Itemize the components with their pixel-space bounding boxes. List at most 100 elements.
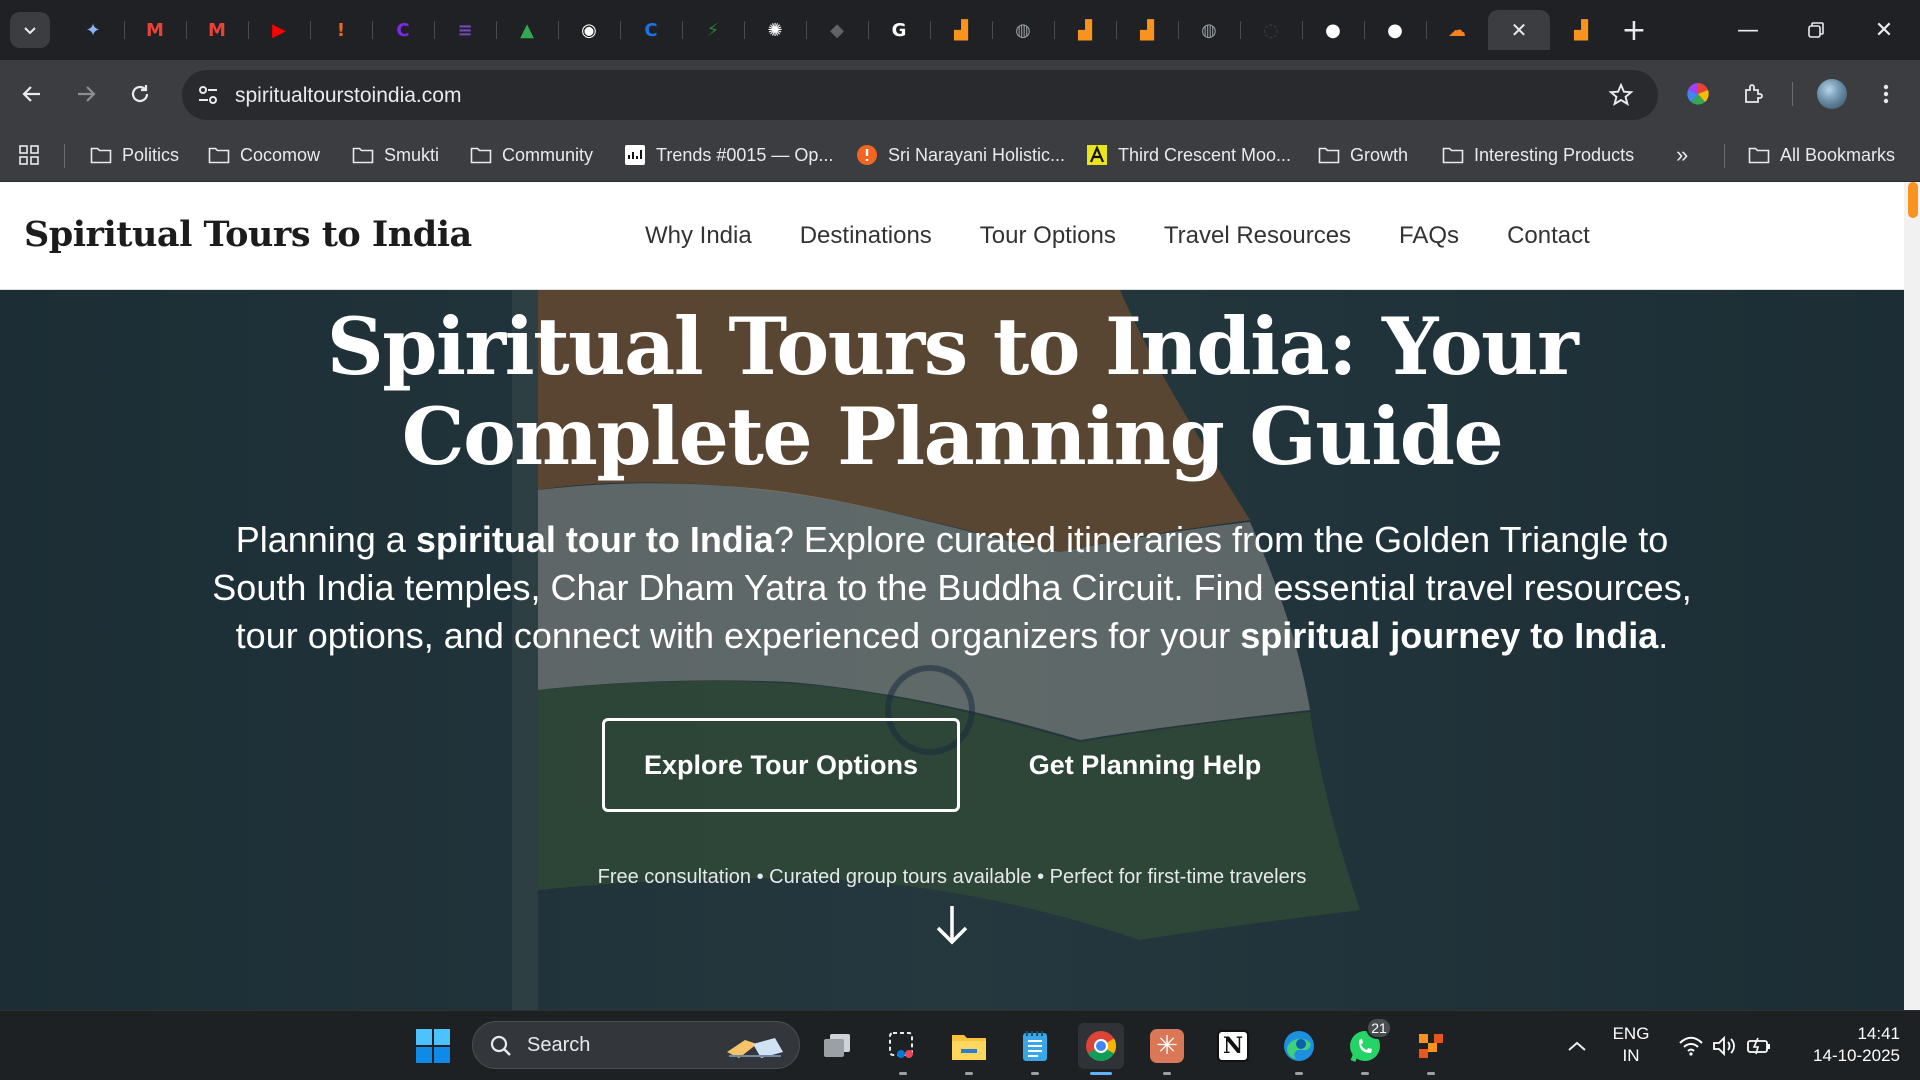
- tab[interactable]: ◆: [806, 10, 868, 50]
- cloudflare-icon: ☁: [1448, 19, 1466, 41]
- claude-button[interactable]: ✳: [1144, 1023, 1190, 1075]
- notepad-button[interactable]: [1012, 1023, 1058, 1075]
- tab[interactable]: ▟: [1116, 10, 1178, 50]
- tab[interactable]: ●: [1364, 10, 1426, 50]
- extensions-button[interactable]: [1736, 76, 1772, 112]
- tab[interactable]: M: [124, 10, 186, 50]
- scrollbar-thumb[interactable]: [1908, 182, 1918, 218]
- bookmark-item[interactable]: Trends #0015 — Op...: [624, 140, 833, 170]
- nav-link-contact[interactable]: Contact: [1507, 222, 1590, 250]
- tab[interactable]: ▟: [930, 10, 992, 50]
- nav-link-why-india[interactable]: Why India: [645, 222, 752, 250]
- close-icon[interactable]: ✕: [1506, 17, 1532, 43]
- file-explorer-button[interactable]: [946, 1023, 992, 1075]
- bookmark-item[interactable]: Politics: [90, 140, 179, 170]
- nav-link-destinations[interactable]: Destinations: [800, 222, 932, 250]
- page-scrollbar[interactable]: [1904, 182, 1920, 1010]
- tab[interactable]: ▟: [1550, 10, 1612, 50]
- explore-tour-options-button[interactable]: Explore Tour Options: [602, 718, 960, 812]
- arrow-down-icon[interactable]: [932, 902, 972, 948]
- tab[interactable]: ☁: [1426, 10, 1488, 50]
- globe-icon: ◍: [1201, 19, 1217, 41]
- show-hidden-icons-button[interactable]: [1554, 1023, 1600, 1069]
- nav-link-tour-options[interactable]: Tour Options: [980, 222, 1116, 250]
- bookmark-label: Third Crescent Moo...: [1118, 144, 1292, 165]
- clock[interactable]: 14:41 14-10-2025: [1790, 1023, 1900, 1067]
- avatar: [1817, 79, 1847, 109]
- bookmark-item[interactable]: Smukti: [352, 140, 439, 170]
- bookmark-item[interactable]: Sri Narayani Holistic...: [856, 140, 1065, 170]
- menu-button[interactable]: [1868, 76, 1904, 112]
- clock-time: 14:41: [1857, 1024, 1900, 1043]
- taskbar-search[interactable]: Search: [472, 1021, 800, 1069]
- bookmark-item[interactable]: Community: [470, 140, 593, 170]
- tab[interactable]: ◌: [1240, 10, 1302, 50]
- site-logo[interactable]: Spiritual Tours to India: [24, 214, 472, 255]
- new-tab-button[interactable]: +: [1612, 10, 1656, 50]
- site-info-icon[interactable]: [196, 83, 220, 107]
- tab[interactable]: ◍: [1178, 10, 1240, 50]
- color-extension-button[interactable]: [1680, 76, 1716, 112]
- chrome-taskbar-button[interactable]: [1078, 1023, 1124, 1075]
- forward-button[interactable]: [68, 76, 104, 112]
- tab[interactable]: !: [310, 10, 372, 50]
- edge-button[interactable]: [1276, 1023, 1322, 1075]
- reload-button[interactable]: [122, 76, 158, 112]
- language-indicator[interactable]: ENG IN: [1606, 1023, 1656, 1067]
- apps-button[interactable]: [18, 140, 40, 170]
- tab[interactable]: M: [186, 10, 248, 50]
- chrome-icon: [1086, 1031, 1117, 1062]
- minimize-button[interactable]: —: [1714, 0, 1782, 60]
- snipping-tool-button[interactable]: [880, 1023, 926, 1075]
- address-bar[interactable]: spiritualtourstoindia.com: [182, 70, 1658, 120]
- notification-badge: 21: [1366, 1017, 1392, 1039]
- profile-button[interactable]: [1814, 76, 1850, 112]
- tab[interactable]: ≡: [434, 10, 496, 50]
- drive-icon: ▲: [520, 19, 534, 41]
- tab[interactable]: ✦: [62, 10, 124, 50]
- tab[interactable]: C: [620, 10, 682, 50]
- notion-button[interactable]: N: [1210, 1023, 1256, 1069]
- tab[interactable]: ⚡: [682, 10, 744, 50]
- chevron-double-right-icon: »: [1676, 142, 1689, 167]
- tab[interactable]: ◍: [992, 10, 1054, 50]
- tab[interactable]: ◉: [558, 10, 620, 50]
- start-button[interactable]: [410, 1023, 456, 1069]
- tab-active[interactable]: ✕: [1488, 10, 1550, 50]
- restore-button[interactable]: [1782, 0, 1850, 60]
- whatsapp-button[interactable]: 21: [1342, 1017, 1392, 1075]
- tab[interactable]: G: [868, 10, 930, 50]
- bookmark-label: Politics: [122, 144, 180, 165]
- url-text[interactable]: spiritualtourstoindia.com: [235, 84, 461, 108]
- tab-search-button[interactable]: [10, 12, 50, 48]
- brand-icon: ▟: [954, 19, 968, 41]
- bookmark-item[interactable]: Third Crescent Moo...: [1086, 140, 1291, 170]
- brand-app-button[interactable]: [1408, 1023, 1454, 1075]
- hero-note: Free consultation • Curated group tours …: [597, 866, 1307, 888]
- battery-icon: [1747, 1037, 1770, 1055]
- running-indicator: [1427, 1072, 1435, 1075]
- close-window-button[interactable]: ✕: [1850, 0, 1918, 60]
- quick-settings-button[interactable]: [1670, 1023, 1780, 1069]
- nav-link-faqs[interactable]: FAQs: [1399, 222, 1459, 250]
- get-planning-help-button[interactable]: Get Planning Help: [1000, 718, 1290, 812]
- tab[interactable]: ▟: [1054, 10, 1116, 50]
- bookmark-star-icon[interactable]: [1608, 82, 1634, 108]
- back-button[interactable]: [14, 76, 50, 112]
- tab[interactable]: ●: [1302, 10, 1364, 50]
- all-bookmarks-button[interactable]: All Bookmarks: [1748, 140, 1895, 170]
- search-icon: [490, 1035, 511, 1056]
- nav-link-travel-resources[interactable]: Travel Resources: [1164, 222, 1351, 250]
- tab[interactable]: ✺: [744, 10, 806, 50]
- search-label: Search: [527, 1034, 591, 1056]
- bookmarks-overflow-button[interactable]: »: [1676, 140, 1688, 170]
- bookmark-item[interactable]: Interesting Products: [1442, 140, 1634, 170]
- bookmark-item[interactable]: Cocomow: [208, 140, 320, 170]
- bookmark-item[interactable]: Growth: [1318, 140, 1408, 170]
- tab[interactable]: ▲: [496, 10, 558, 50]
- task-view-button[interactable]: [814, 1023, 860, 1069]
- tab[interactable]: C: [372, 10, 434, 50]
- folder-icon: [952, 1035, 986, 1060]
- tab[interactable]: ▶: [248, 10, 310, 50]
- windows-logo-icon: [416, 1029, 450, 1063]
